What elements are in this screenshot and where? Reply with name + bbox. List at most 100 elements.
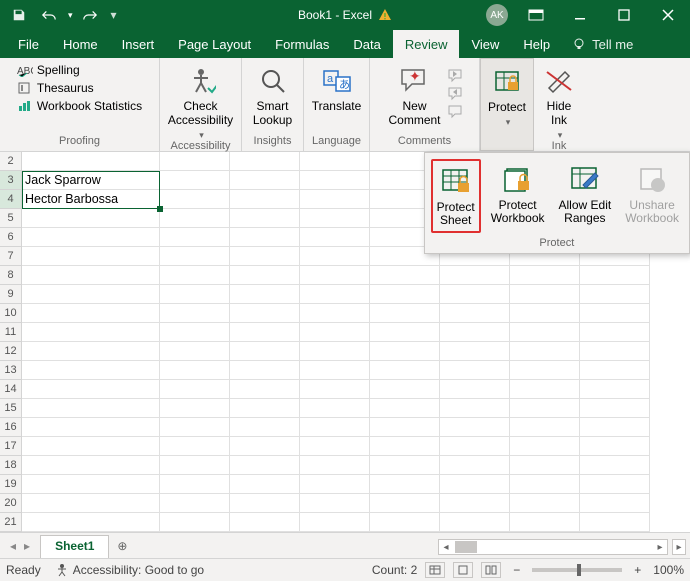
- cell[interactable]: [22, 513, 160, 532]
- check-accessibility-button[interactable]: Check Accessibility▾: [164, 62, 237, 140]
- zoom-out-button[interactable]: −: [509, 563, 524, 577]
- cell[interactable]: [230, 190, 300, 209]
- cell[interactable]: [580, 323, 650, 342]
- cell[interactable]: [300, 266, 370, 285]
- cell[interactable]: [230, 418, 300, 437]
- cell[interactable]: [300, 475, 370, 494]
- hide-ink-button[interactable]: Hide Ink▾: [538, 62, 580, 140]
- cell[interactable]: [160, 209, 230, 228]
- cell[interactable]: [370, 285, 440, 304]
- tab-data[interactable]: Data: [341, 30, 392, 58]
- cell[interactable]: [160, 380, 230, 399]
- undo-chevron-icon[interactable]: ▾: [68, 10, 73, 21]
- view-pagelayout-icon[interactable]: [453, 562, 473, 578]
- cell[interactable]: [300, 323, 370, 342]
- user-avatar[interactable]: AK: [486, 4, 508, 26]
- cell[interactable]: [510, 361, 580, 380]
- cell[interactable]: [230, 361, 300, 380]
- cell[interactable]: [370, 399, 440, 418]
- cell[interactable]: [22, 304, 160, 323]
- cell[interactable]: [510, 513, 580, 532]
- row-header[interactable]: 20: [0, 494, 22, 513]
- cell[interactable]: [300, 171, 370, 190]
- cell[interactable]: [370, 456, 440, 475]
- cell[interactable]: [440, 418, 510, 437]
- cell[interactable]: [160, 171, 230, 190]
- cell[interactable]: [440, 437, 510, 456]
- cell[interactable]: [370, 475, 440, 494]
- row-header[interactable]: 11: [0, 323, 22, 342]
- cell[interactable]: Hector Barbossa: [22, 190, 160, 209]
- cell[interactable]: [580, 361, 650, 380]
- tab-formulas[interactable]: Formulas: [263, 30, 341, 58]
- cell[interactable]: [580, 380, 650, 399]
- cell[interactable]: [370, 494, 440, 513]
- cell[interactable]: [22, 437, 160, 456]
- cell[interactable]: [230, 399, 300, 418]
- row-headers[interactable]: 23456789101112131415161718192021: [0, 152, 22, 532]
- cell[interactable]: [22, 247, 160, 266]
- tab-file[interactable]: File: [6, 30, 51, 58]
- cell[interactable]: [300, 513, 370, 532]
- cell[interactable]: [160, 456, 230, 475]
- cell[interactable]: [440, 323, 510, 342]
- translate-button[interactable]: aあ Translate: [308, 62, 366, 114]
- cell[interactable]: [300, 418, 370, 437]
- cell[interactable]: [22, 152, 160, 171]
- cell[interactable]: [22, 475, 160, 494]
- row-header[interactable]: 9: [0, 285, 22, 304]
- cell[interactable]: [230, 285, 300, 304]
- cell[interactable]: [22, 380, 160, 399]
- cell[interactable]: [510, 380, 580, 399]
- sheet-next-icon[interactable]: ▸: [24, 539, 30, 553]
- cell[interactable]: [510, 285, 580, 304]
- cell[interactable]: [580, 342, 650, 361]
- tab-pagelayout[interactable]: Page Layout: [166, 30, 263, 58]
- fill-handle[interactable]: [157, 206, 163, 212]
- row-header[interactable]: 2: [0, 152, 22, 171]
- cell[interactable]: [580, 456, 650, 475]
- cell[interactable]: [510, 342, 580, 361]
- cell[interactable]: [580, 266, 650, 285]
- cell[interactable]: [580, 418, 650, 437]
- cell[interactable]: [300, 285, 370, 304]
- zoom-slider[interactable]: [532, 568, 622, 572]
- row-header[interactable]: 14: [0, 380, 22, 399]
- cell[interactable]: [370, 380, 440, 399]
- cell[interactable]: Jack Sparrow: [22, 171, 160, 190]
- cell[interactable]: [230, 437, 300, 456]
- cell[interactable]: [230, 342, 300, 361]
- cell[interactable]: [510, 399, 580, 418]
- cell[interactable]: [22, 361, 160, 380]
- minimize-icon[interactable]: [558, 0, 602, 30]
- cell[interactable]: [440, 285, 510, 304]
- cell[interactable]: [510, 494, 580, 513]
- row-header[interactable]: 3: [0, 171, 22, 190]
- cell[interactable]: [22, 399, 160, 418]
- cell[interactable]: [510, 266, 580, 285]
- cell[interactable]: [300, 380, 370, 399]
- cell[interactable]: [230, 494, 300, 513]
- qat-customize-icon[interactable]: ▾: [107, 8, 121, 22]
- zoom-level[interactable]: 100%: [653, 563, 684, 577]
- cell[interactable]: [510, 437, 580, 456]
- cell[interactable]: [230, 304, 300, 323]
- cell[interactable]: [160, 228, 230, 247]
- tell-me[interactable]: Tell me: [562, 30, 643, 58]
- cell[interactable]: [160, 513, 230, 532]
- cell[interactable]: [300, 399, 370, 418]
- row-header[interactable]: 19: [0, 475, 22, 494]
- cell[interactable]: [230, 228, 300, 247]
- cell[interactable]: [160, 342, 230, 361]
- cell[interactable]: [22, 209, 160, 228]
- cell[interactable]: [160, 323, 230, 342]
- protect-button[interactable]: Protect ▾: [484, 63, 530, 127]
- cell[interactable]: [300, 152, 370, 171]
- cell[interactable]: [230, 475, 300, 494]
- row-header[interactable]: 5: [0, 209, 22, 228]
- redo-icon[interactable]: [77, 0, 103, 30]
- row-header[interactable]: 8: [0, 266, 22, 285]
- cell[interactable]: [230, 323, 300, 342]
- cell[interactable]: [300, 494, 370, 513]
- row-header[interactable]: 15: [0, 399, 22, 418]
